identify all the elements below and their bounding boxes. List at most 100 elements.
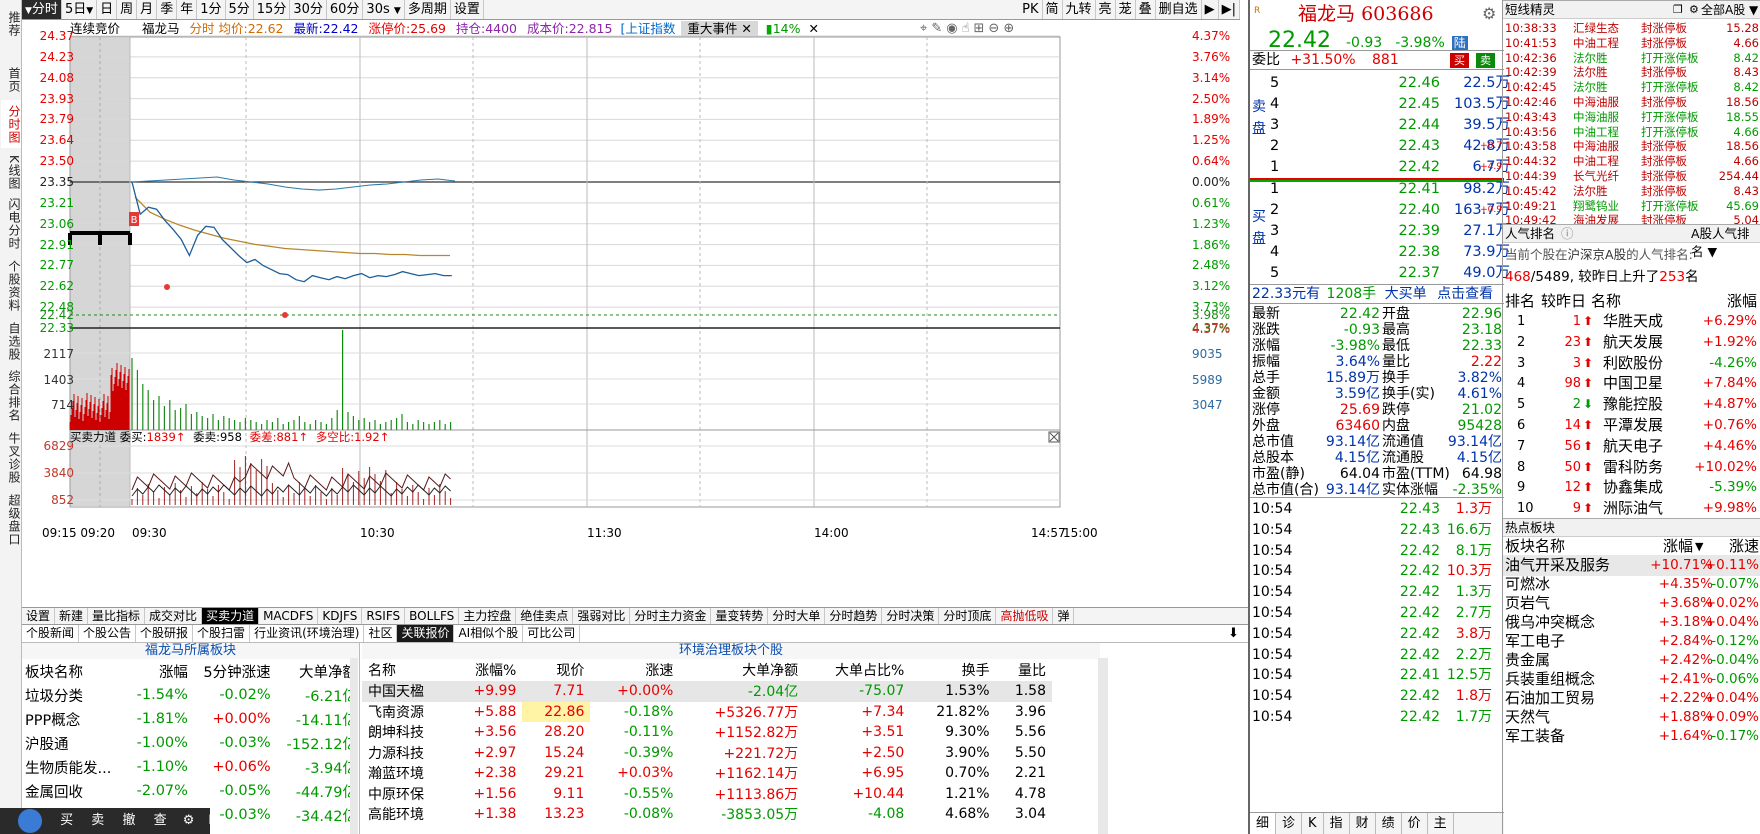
indicator-tab[interactable]: 分时顶底 bbox=[939, 608, 997, 624]
sells-level-row[interactable]: 2 22.43 42.8万 +0.7 bbox=[1250, 135, 1510, 158]
table-row[interactable]: PPP概念 -1.81% +0.00% -14.11亿 bbox=[22, 707, 359, 731]
news-tab[interactable]: 个股新闻 bbox=[22, 625, 80, 642]
hotsector-row[interactable]: 军工装备 +1.64% -0.17% bbox=[1503, 726, 1760, 747]
view-link[interactable]: 点击查看 bbox=[1437, 286, 1493, 302]
signal-dot[interactable] bbox=[164, 284, 170, 290]
scrollbar[interactable] bbox=[350, 658, 358, 834]
zoom-icon[interactable]: ⊞ bbox=[974, 21, 989, 36]
sell-button[interactable]: 卖 bbox=[1476, 53, 1495, 68]
hotsector-row[interactable]: 兵装重组概念 +2.41% -0.06% bbox=[1503, 669, 1760, 690]
hotsector-row[interactable]: 油气开采及服务 +10.71% +0.11% bbox=[1503, 555, 1760, 576]
buys-level-row[interactable]: 1 22.41 98.2万 bbox=[1250, 178, 1510, 201]
col-header[interactable]: 大单占比% bbox=[804, 659, 910, 681]
sells-level-row[interactable]: 5 22.46 22.5万 bbox=[1250, 72, 1510, 95]
table-row[interactable]: 垃圾分类 -1.54% -0.02% -6.21亿 bbox=[22, 683, 359, 707]
col-header[interactable]: 大单净额 bbox=[274, 659, 359, 683]
draw-icon[interactable]: ✎ bbox=[931, 21, 946, 36]
assistant-avatar-icon[interactable] bbox=[18, 808, 42, 833]
table-row[interactable]: 瀚蓝环境 +2.38 29.21 +0.03% +1162.14万 +6.95 0.70% 2… bbox=[362, 763, 1052, 784]
hotsector-row[interactable]: 军工电子 +2.84% -0.12% bbox=[1503, 631, 1760, 652]
buys-level-row[interactable]: 5 22.37 49.0万 bbox=[1250, 262, 1510, 285]
crosshair-icon[interactable]: ⌖ bbox=[920, 21, 931, 36]
col-header[interactable]: 大单净额 bbox=[679, 659, 804, 681]
info-icon[interactable]: ⓘ bbox=[1561, 226, 1574, 241]
hand-icon[interactable]: ☝ bbox=[962, 21, 974, 36]
indicator-tab[interactable]: 分时大单 bbox=[768, 608, 826, 624]
indicator-tab[interactable]: 高抛低吸 bbox=[996, 608, 1054, 624]
window-icon[interactable]: ❐ bbox=[209, 813, 221, 828]
hotsector-row[interactable]: 可燃冰 +4.35% -0.07% bbox=[1503, 574, 1760, 595]
col-header[interactable]: 名称 bbox=[362, 659, 451, 681]
indicator-tab[interactable]: BOLLFS bbox=[405, 608, 460, 624]
table-row[interactable]: 沪股通 -1.00% -0.03% -152.12亿 bbox=[22, 731, 359, 755]
scrollbar[interactable] bbox=[1098, 658, 1108, 834]
indicator-tab[interactable]: KDJFS bbox=[318, 608, 363, 624]
major-event-tab[interactable]: 重大事件 ✕ bbox=[681, 21, 758, 36]
signal-dot[interactable] bbox=[282, 312, 288, 318]
indicator-tab[interactable]: 绝佳卖点 bbox=[516, 608, 574, 624]
cancel-action[interactable]: 撤 bbox=[122, 813, 135, 828]
col-header[interactable]: 换手 bbox=[910, 659, 995, 681]
table-row[interactable]: 金属回收 -2.07% -0.05% -44.79亿 bbox=[22, 779, 359, 803]
col-header[interactable]: 涨速 bbox=[590, 659, 679, 681]
download-icon[interactable]: ⬇ bbox=[1228, 625, 1239, 643]
index-overlay-link[interactable]: [上证指数 bbox=[620, 21, 675, 36]
news-tab[interactable]: 个股公告 bbox=[79, 625, 137, 642]
buys-level-row[interactable]: 2 22.40 163.7万 +0.9 bbox=[1250, 199, 1510, 222]
buys-level-row[interactable]: 4 22.38 73.9万 bbox=[1250, 241, 1510, 264]
table-row[interactable]: 生物质能发... -1.10% +0.06% -3.94亿 bbox=[22, 755, 359, 779]
indicator-tab[interactable]: 分时主力资金 bbox=[630, 608, 712, 624]
news-tab[interactable]: 个股研报 bbox=[136, 625, 194, 642]
table-row[interactable]: 高能环境 +1.38 13.23 -0.08% -3853.05万 -4.08 4.68% 3… bbox=[362, 804, 1052, 825]
hotsector-row[interactable]: 俄乌冲突概念 +3.18% +0.04% bbox=[1503, 612, 1760, 633]
indicator-tab[interactable]: RSIFS bbox=[362, 608, 406, 624]
sells-level-row[interactable]: 3 22.44 39.5万 bbox=[1250, 114, 1510, 137]
indicator-tab[interactable]: 成交对比 bbox=[145, 608, 203, 624]
col-header[interactable]: 量比 bbox=[996, 659, 1052, 681]
quote-tab[interactable]: 价 bbox=[1402, 813, 1428, 834]
indicator-tab[interactable]: 设置 bbox=[22, 608, 56, 624]
quote-tab[interactable]: 财 bbox=[1350, 813, 1376, 834]
quote-tab[interactable]: 绩 bbox=[1376, 813, 1402, 834]
indicator-tab[interactable]: 买卖力道 bbox=[202, 608, 260, 624]
col-header[interactable]: 5分钟涨速 bbox=[191, 659, 274, 683]
col-header[interactable]: 涨幅% bbox=[451, 659, 523, 681]
window-icon[interactable]: ❐ bbox=[1673, 1, 1683, 19]
hotsector-row[interactable]: 页岩气 +3.68% +0.02% bbox=[1503, 593, 1760, 614]
news-tab[interactable]: AI相似个股 bbox=[454, 625, 524, 642]
news-tab[interactable]: 社区 bbox=[364, 625, 398, 642]
indicator-tab[interactable]: 新建 bbox=[55, 608, 89, 624]
hotsector-row[interactable]: 石油加工贸易 +2.22% +0.04% bbox=[1503, 688, 1760, 709]
indicator-tab[interactable]: 主力控盘 bbox=[459, 608, 517, 624]
indicator-tab[interactable]: 强弱对比 bbox=[573, 608, 631, 624]
filter-dropdown[interactable]: 全部A股 ▼ bbox=[1701, 1, 1758, 19]
table-row[interactable]: 力源科技 +2.97 15.24 -0.39% +221.72万 +2.50 3.90% 5.… bbox=[362, 743, 1052, 764]
sells-level-row[interactable]: 4 22.45 103.5万 bbox=[1250, 93, 1510, 116]
table-row[interactable]: 中原环保 +1.56 9.11 -0.55% +1113.86万 +10.44 1.21% 4… bbox=[362, 784, 1052, 805]
quote-tab[interactable]: 指 bbox=[1324, 813, 1350, 834]
news-tab[interactable]: 个股扫雷 bbox=[193, 625, 251, 642]
news-tab[interactable]: 行业资讯(环境治理) bbox=[250, 625, 365, 642]
quote-tab[interactable]: 主 bbox=[1428, 813, 1454, 834]
col-header[interactable]: 板块名称 bbox=[22, 659, 126, 683]
indicator-tab[interactable]: 分时趋势 bbox=[825, 608, 883, 624]
minus-icon[interactable]: ⊖ bbox=[988, 21, 1003, 36]
quote-tab[interactable]: K bbox=[1302, 813, 1324, 834]
news-tab[interactable]: 可比公司 bbox=[523, 625, 581, 642]
indicator-tab[interactable]: 分时决策 bbox=[882, 608, 940, 624]
indicator-tab[interactable]: 弹 bbox=[1053, 608, 1075, 624]
gear-icon[interactable]: ⚙ bbox=[1482, 4, 1496, 23]
quote-tab[interactable]: 诊 bbox=[1276, 813, 1303, 834]
close-icon[interactable]: ✕ bbox=[741, 21, 751, 36]
col-header[interactable]: 现价 bbox=[522, 659, 590, 681]
timeshare-chart[interactable]: B bbox=[0, 0, 1248, 610]
indicator-tab[interactable]: MACDFS bbox=[259, 608, 319, 624]
table-row[interactable]: 飞南资源 +5.88 22.86 -0.18% +5326.77万 +7.34 21.82%… bbox=[362, 701, 1052, 722]
gear-icon[interactable]: ⚙ bbox=[183, 813, 195, 828]
quote-tab[interactable]: 细 bbox=[1250, 813, 1277, 834]
hotsector-row[interactable]: 贵金属 +2.42% -0.04% bbox=[1503, 650, 1760, 671]
buy-action[interactable]: 买 bbox=[60, 813, 73, 828]
news-tab[interactable]: 关联报价 bbox=[397, 625, 455, 642]
hotsector-row[interactable]: 天然气 +1.88% +0.09% bbox=[1503, 707, 1760, 728]
sells-level-row[interactable]: 1 22.42 6.7万 +4.9 bbox=[1250, 156, 1510, 179]
